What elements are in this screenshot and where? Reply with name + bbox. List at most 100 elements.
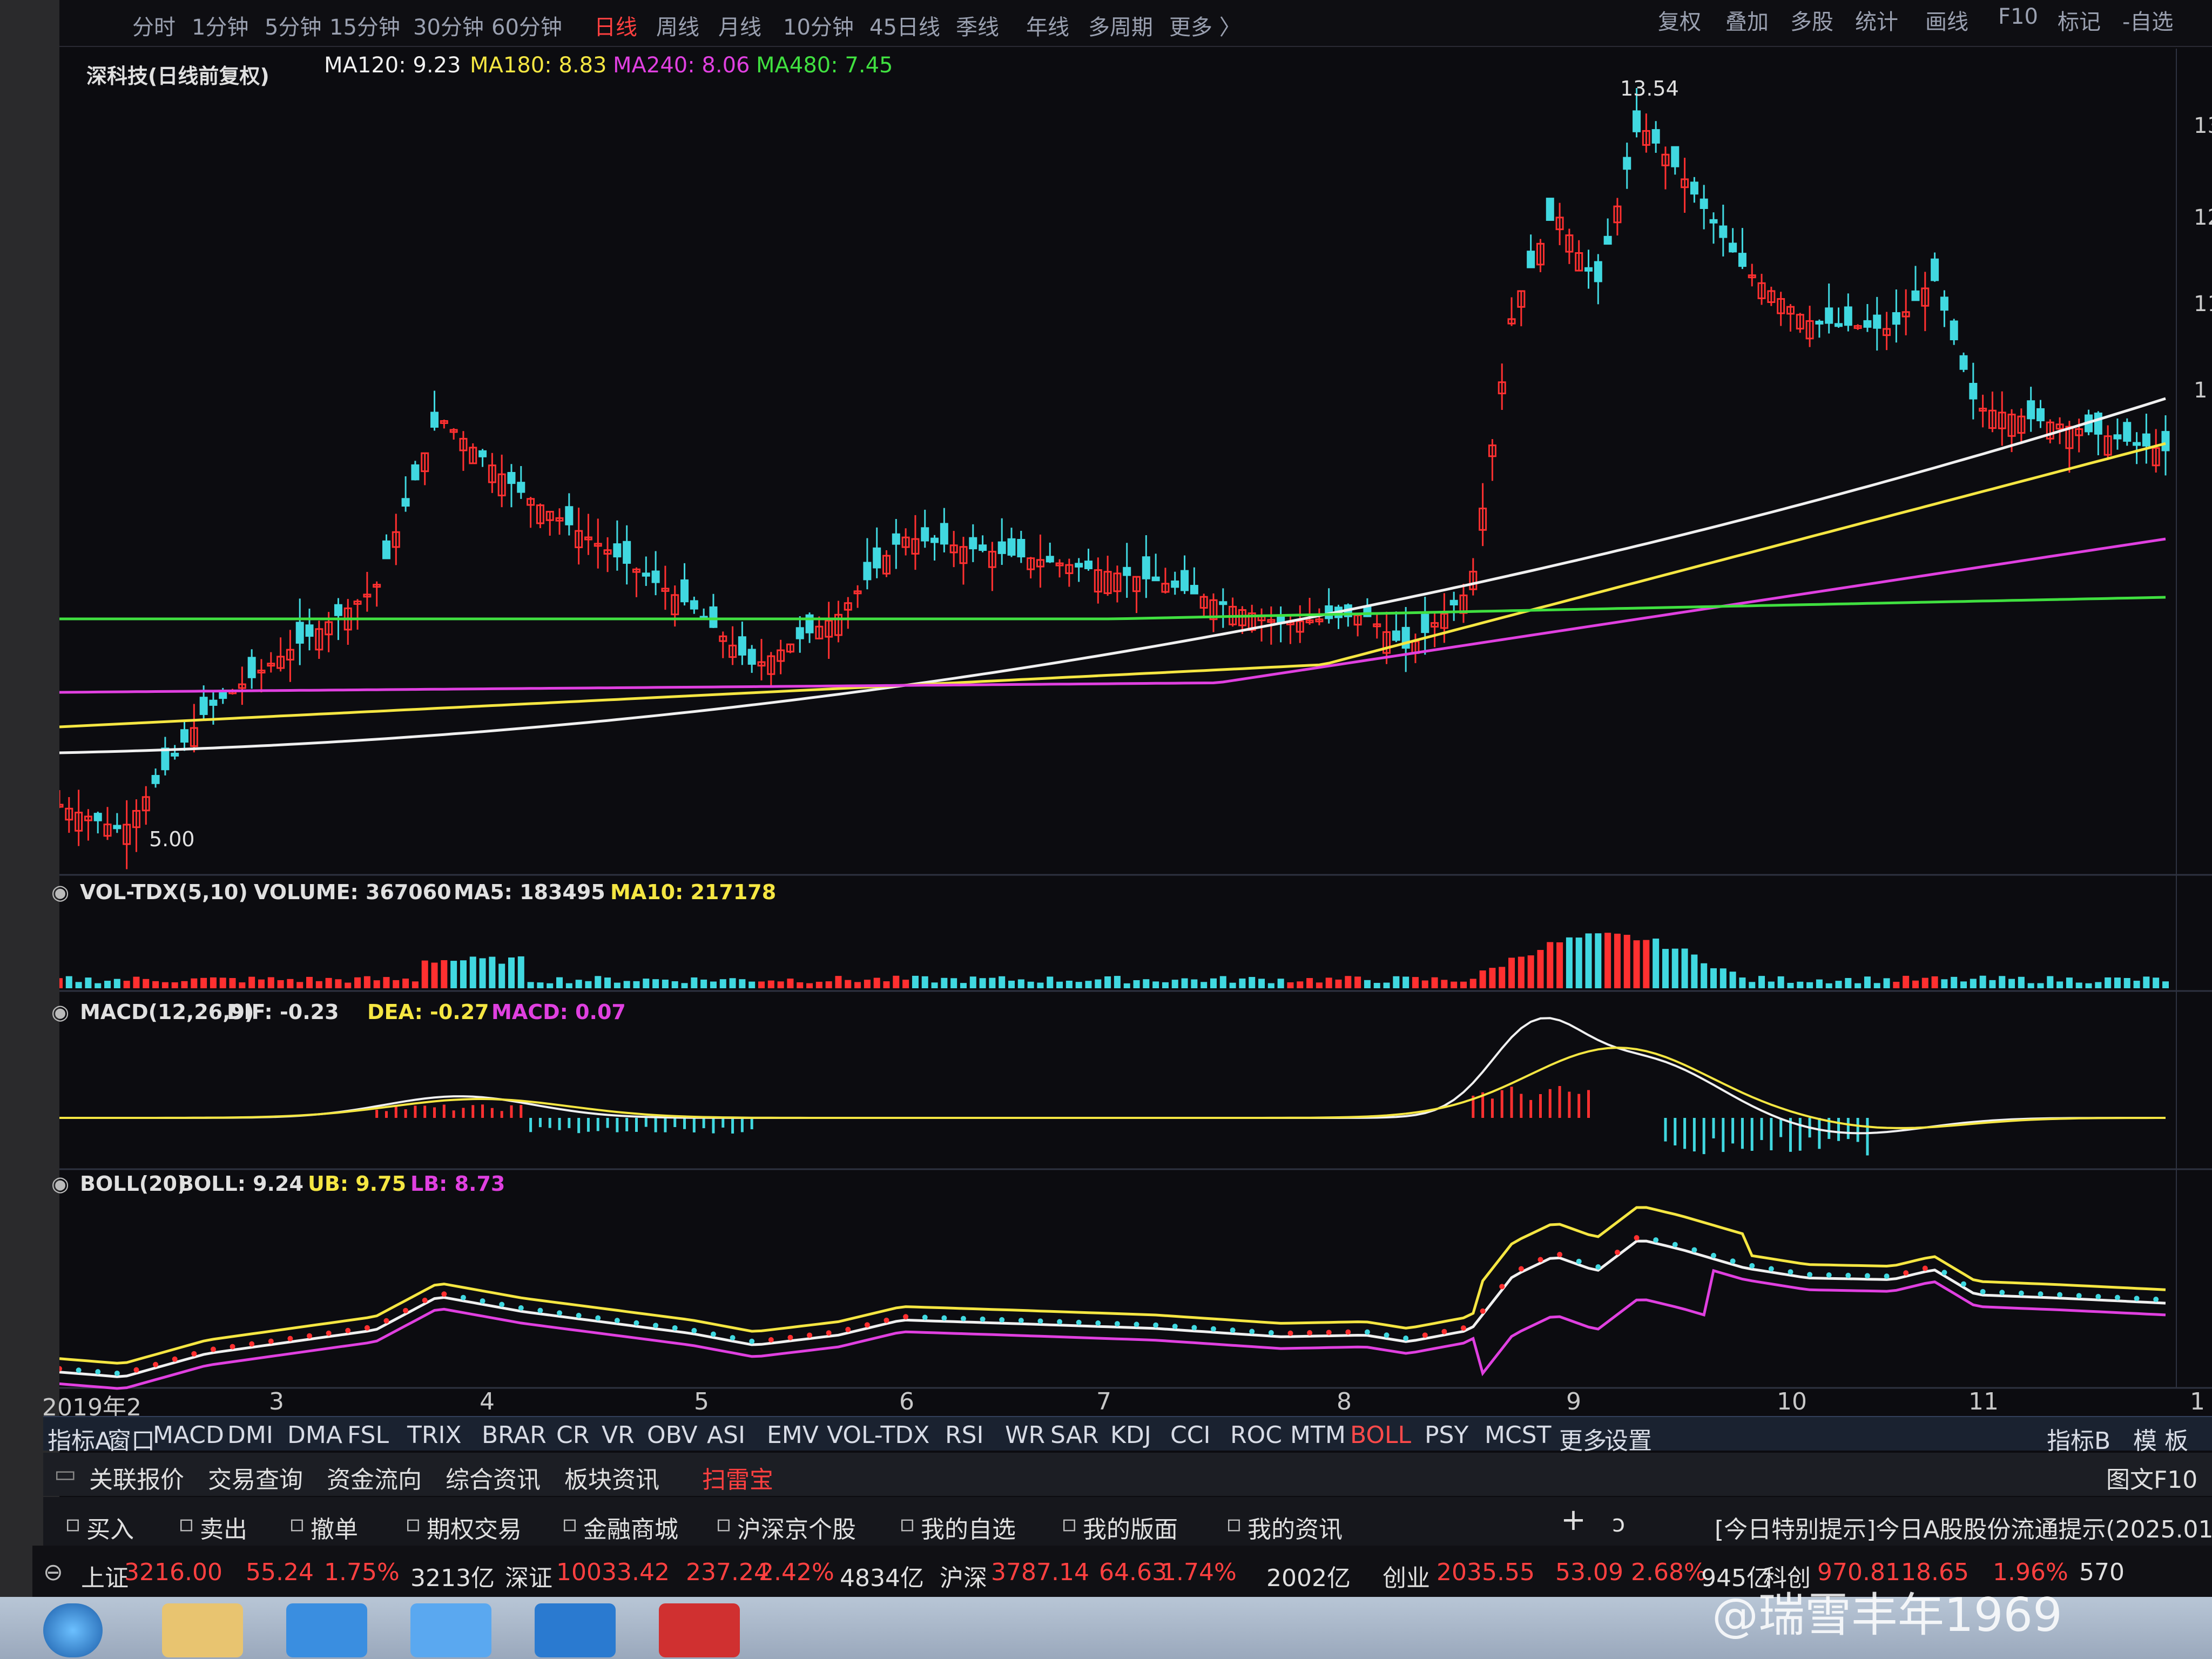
timeframe-tab[interactable]: 10分钟 — [783, 10, 854, 41]
indicator-tab[interactable]: VR — [602, 1421, 635, 1449]
info-tab[interactable]: 关联报价 — [89, 1460, 184, 1495]
indicator-tab[interactable]: CR — [556, 1421, 589, 1449]
timeframe-tab[interactable]: 60分钟 — [491, 10, 562, 41]
indicator-tab[interactable]: ROC — [1230, 1421, 1282, 1449]
indicator-tab[interactable]: TRIX — [407, 1421, 462, 1449]
info-tab[interactable]: 交易查询 — [208, 1460, 303, 1495]
trade-menu-item[interactable]: 金融商城 — [583, 1510, 678, 1545]
top-menu-item[interactable]: 多股 — [1790, 4, 1833, 36]
top-menu-item[interactable]: 叠加 — [1725, 4, 1769, 36]
timeframe-tab[interactable]: 周线 — [656, 10, 699, 41]
media-app-icon[interactable] — [410, 1603, 491, 1657]
volume-bar — [1777, 976, 1784, 988]
indicator-tab[interactable]: 设置 — [1604, 1421, 1652, 1456]
f10-button[interactable]: 图文F10 — [2106, 1460, 2197, 1495]
volume-bar — [1893, 982, 1900, 988]
legend-toggle-icon[interactable]: ◉ — [51, 1000, 69, 1024]
indicator-tab[interactable]: FSL — [347, 1421, 389, 1449]
cart-icon[interactable]: ▫ — [289, 1510, 305, 1537]
trade-menu-item[interactable]: 卖出 — [200, 1510, 247, 1545]
info-tab[interactable]: 扫雷宝 — [702, 1460, 773, 1495]
indicator-tab[interactable]: DMA — [287, 1421, 342, 1449]
star-icon[interactable]: ▫ — [899, 1510, 915, 1537]
document-icon[interactable]: ▫ — [1226, 1510, 1242, 1537]
kline-chart-area[interactable] — [59, 49, 2212, 1404]
template-button[interactable]: 模 板 — [2133, 1421, 2188, 1456]
indicator-tab[interactable]: ASI — [707, 1421, 745, 1449]
menu-icon[interactable]: ⊖ — [43, 1559, 63, 1586]
top-menu-item[interactable]: F10 — [1998, 4, 2038, 29]
notice-text[interactable]: [今日特别提示]今日A股股份流通提示(2025.01 — [1715, 1510, 2212, 1545]
timeframe-tab[interactable]: 45日线 — [869, 10, 940, 41]
trade-menu-item[interactable]: 买入 — [86, 1510, 134, 1545]
cart-icon[interactable]: ▫ — [178, 1510, 194, 1537]
timeframe-tab[interactable]: 年线 — [1026, 10, 1069, 41]
indicator-tab[interactable]: 更多 — [1559, 1421, 1607, 1456]
indicator-tab[interactable]: MCST — [1485, 1421, 1552, 1449]
indicator-tab[interactable]: BRAR — [482, 1421, 547, 1449]
boll-price-dot — [1845, 1272, 1851, 1278]
candle-body — [1546, 198, 1554, 221]
indicator-tab[interactable]: KDJ — [1110, 1421, 1151, 1449]
collapse-icon[interactable]: ▭ — [54, 1460, 77, 1488]
indicator-tab[interactable]: PSY — [1425, 1421, 1468, 1449]
timeframe-tab[interactable]: 分时 — [132, 10, 176, 41]
timeframe-tab[interactable]: 15分钟 — [329, 10, 400, 41]
volume-bar — [1701, 963, 1708, 988]
file-explorer-icon[interactable] — [162, 1603, 243, 1657]
trade-menu-item[interactable]: 我的资讯 — [1247, 1510, 1343, 1545]
indicator-tab[interactable]: EMV — [767, 1421, 819, 1449]
indicator-tab[interactable]: MACD — [153, 1421, 224, 1449]
timeframe-tab[interactable]: 1分钟 — [192, 10, 248, 41]
timeframe-tab[interactable]: 季线 — [956, 10, 999, 41]
info-tab[interactable]: 资金流向 — [327, 1460, 422, 1495]
layout-icon[interactable]: ▫ — [1061, 1510, 1077, 1537]
start-button-icon[interactable] — [43, 1603, 103, 1657]
volume-bar — [700, 979, 707, 988]
indicator-tab[interactable]: OBV — [647, 1421, 698, 1449]
legend-toggle-icon[interactable]: ◉ — [51, 880, 69, 904]
candle-body — [1959, 355, 1968, 370]
compare-icon[interactable]: ▫ — [716, 1510, 732, 1537]
indicator-tab[interactable]: RSI — [945, 1421, 983, 1449]
trade-menu-item[interactable]: 我的自选 — [921, 1510, 1016, 1545]
legend-toggle-icon[interactable]: ◉ — [51, 1172, 69, 1196]
trade-menu-item[interactable]: 撤单 — [311, 1510, 358, 1545]
indicator-tab[interactable]: MTM — [1290, 1421, 1346, 1449]
pin-icon[interactable]: ↄ — [1612, 1510, 1625, 1537]
date-tick: 10 — [1777, 1388, 1807, 1415]
boll-price-dot — [2114, 1294, 2120, 1300]
cart-icon[interactable]: ▫ — [65, 1510, 81, 1537]
indicator-tab[interactable]: 窗口 — [107, 1421, 155, 1456]
indicator-tab[interactable]: BOLL — [1350, 1421, 1411, 1449]
add-icon[interactable]: + — [1561, 1502, 1586, 1537]
timeframe-tab[interactable]: 30分钟 — [413, 10, 484, 41]
indicator-tab[interactable]: WR — [1005, 1421, 1045, 1449]
top-menu-item[interactable]: 统计 — [1855, 4, 1898, 36]
indicator-tab[interactable]: 指标A — [48, 1421, 111, 1456]
top-menu-item[interactable]: -自选 — [2122, 4, 2173, 36]
trade-menu-item[interactable]: 沪深京个股 — [737, 1510, 856, 1545]
timeframe-tab[interactable]: 多周期 — [1088, 10, 1153, 41]
timeframe-tab[interactable]: 更多 〉 — [1169, 10, 1241, 41]
timeframe-tab[interactable]: 日线 — [594, 10, 637, 41]
calendar-icon[interactable]: ▫ — [405, 1510, 421, 1537]
bird-app-icon[interactable] — [535, 1603, 616, 1657]
indicator-tab[interactable]: DMI — [227, 1421, 273, 1449]
trade-menu-item[interactable]: 我的版面 — [1083, 1510, 1178, 1545]
info-tab[interactable]: 综合资讯 — [446, 1460, 541, 1495]
top-menu-item[interactable]: 画线 — [1925, 4, 1968, 36]
info-tab[interactable]: 板块资讯 — [564, 1460, 659, 1495]
timeframe-tab[interactable]: 月线 — [718, 10, 761, 41]
indicator-tab[interactable]: CCI — [1170, 1421, 1210, 1449]
lock-icon[interactable]: ▫ — [562, 1510, 578, 1537]
indicator-tab[interactable]: VOL-TDX — [827, 1421, 929, 1449]
trade-menu-item[interactable]: 期权交易 — [427, 1510, 522, 1545]
top-menu-item[interactable]: 复权 — [1658, 4, 1701, 36]
top-menu-item[interactable]: 标记 — [2058, 4, 2101, 36]
timeframe-tab[interactable]: 5分钟 — [265, 10, 321, 41]
internet-explorer-icon[interactable] — [286, 1603, 367, 1657]
indicator-b-button[interactable]: 指标B — [2047, 1421, 2110, 1456]
indicator-tab[interactable]: SAR — [1050, 1421, 1098, 1449]
citic-app-icon[interactable] — [659, 1603, 740, 1657]
